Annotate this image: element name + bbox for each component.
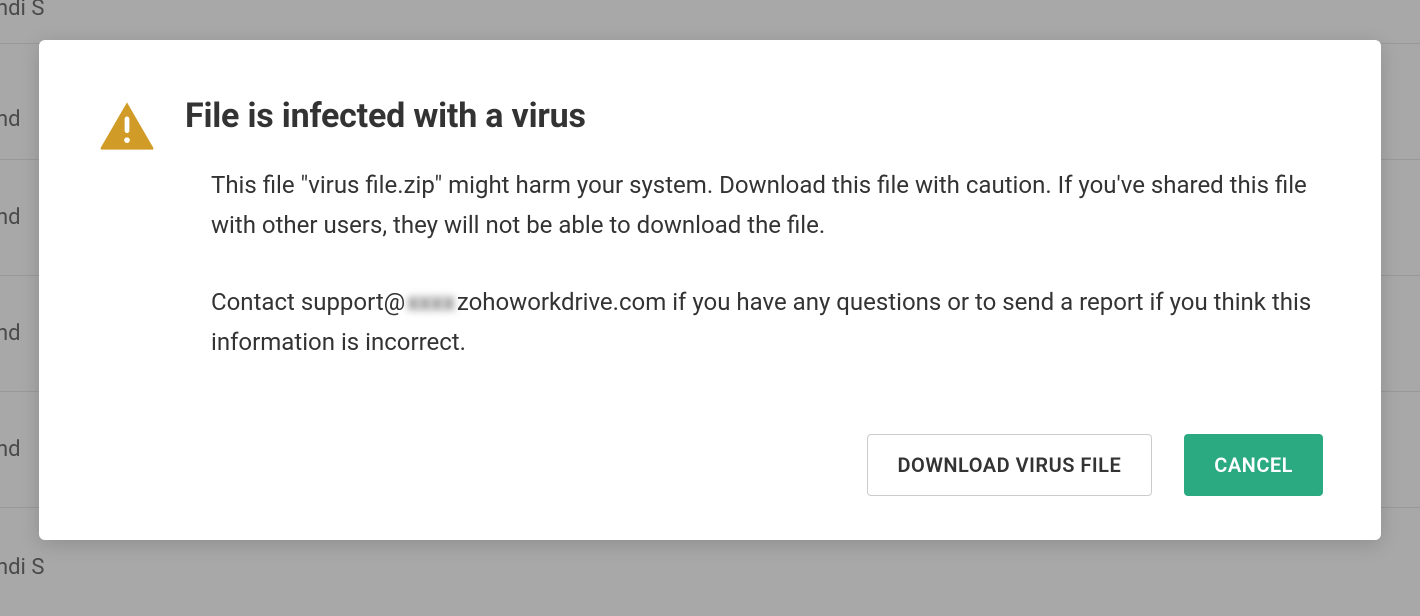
- cancel-button[interactable]: CANCEL: [1184, 434, 1323, 496]
- virus-warning-dialog: File is infected with a virus This file …: [39, 40, 1381, 540]
- dialog-footer: DOWNLOAD VIRUS FILE CANCEL: [97, 434, 1323, 496]
- dialog-title: File is infected with a virus: [185, 96, 586, 136]
- support-blurred: xxxx: [405, 283, 457, 323]
- support-prefix: Contact support@: [211, 288, 405, 316]
- dialog-message-2: Contact support@xxxxzohoworkdrive.com if…: [211, 283, 1323, 362]
- download-virus-file-button[interactable]: DOWNLOAD VIRUS FILE: [867, 434, 1153, 496]
- dialog-message-1: This file "virus file.zip" might harm yo…: [211, 166, 1323, 245]
- dialog-body: This file "virus file.zip" might harm yo…: [211, 166, 1323, 362]
- warning-icon: [97, 100, 157, 152]
- dialog-header: File is infected with a virus: [97, 96, 1323, 158]
- modal-overlay: File is infected with a virus This file …: [0, 0, 1420, 616]
